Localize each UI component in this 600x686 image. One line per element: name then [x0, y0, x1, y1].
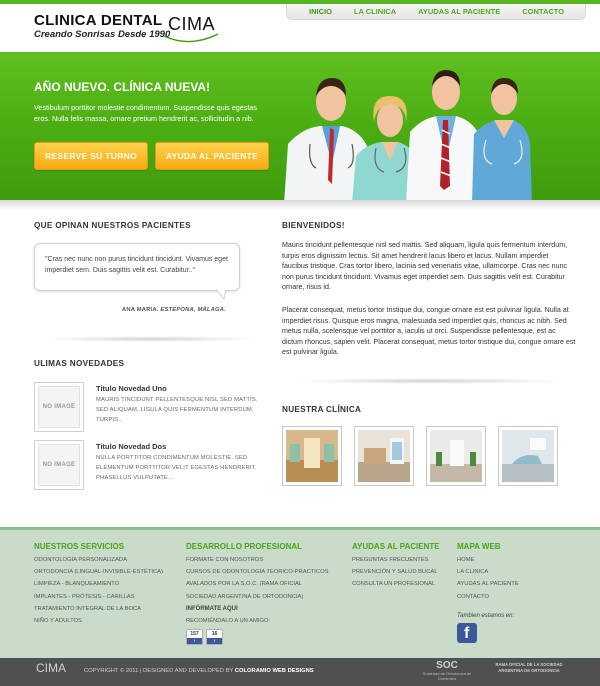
author-place: ESTEPONA, MÁLAGA. [160, 307, 226, 313]
soc-logo[interactable]: SOC Sociedad de Ortodoncia de Corrientes [418, 660, 476, 681]
logo-title: CLINICA DENTAL [34, 12, 163, 29]
footer-sitemap: MAPA WEB HOME LA CLINICA AYUDAS AL PACIE… [457, 542, 519, 643]
divider [290, 378, 570, 384]
nav-item-ayudas[interactable]: AYUDAS AL PACIENTE [407, 7, 511, 16]
footer-link[interactable]: NIÑO Y ADULTOS [34, 615, 163, 627]
footer-services: NUESTROS SERVICIOS ODONTOLOGÍA PERSONALI… [34, 542, 163, 627]
share-buttons: 157 f 16 f [186, 629, 328, 646]
bottom-logo[interactable]: CIMA [36, 661, 66, 675]
like-icon: f [207, 638, 222, 645]
reserve-turn-button[interactable]: RESERVE SU TURNO [34, 142, 148, 170]
footer-sitemap-title: MAPA WEB [457, 542, 501, 551]
footer-link[interactable]: LIMPIEZA - BLANQUEAMIENTO [34, 578, 163, 590]
footer-development-title: DESARROLLO PROFESIONAL [186, 542, 303, 551]
footer-link[interactable]: AVALADOS POR LA S.O.C. (RAMA OFICIAL [186, 578, 328, 590]
nav-item-contacto[interactable]: CONTACTO [511, 7, 575, 16]
designer-link[interactable]: COLORAMIO WEB DESIGNS [235, 668, 314, 674]
doctors-image [284, 70, 532, 200]
news-item-title[interactable]: Titulo Novedad Uno [96, 384, 167, 393]
copyright: COPYRIGHT © 2011 | DESIGNED AND DEVELOPE… [84, 668, 314, 674]
footer-link[interactable]: HOME [457, 554, 519, 566]
welcome-paragraph-1: Mauris tincidunt pellentesque nisl sed m… [282, 241, 568, 291]
footer-development: DESARROLLO PROFESIONAL FORMATE CON NOSOT… [186, 542, 328, 646]
hero-shadow [0, 200, 600, 210]
footer-link[interactable]: LA CLINICA [457, 566, 519, 578]
header: CLINICA DENTAL Creando Sonrisas Desde 19… [0, 4, 600, 52]
follow-label: Tambien estamos en: [457, 612, 515, 619]
soc-logo-text: SOC [436, 660, 458, 671]
footer-link[interactable]: IMPLANTES - PRÓTESIS - CARILLAS [34, 591, 163, 603]
news-item-text: MAURIS TINCIDUNT PELLENTESQUE NISL SED M… [96, 397, 258, 423]
footer-link[interactable]: SOCIEDAD ARGENTINA DE ORTODONCIA) [186, 591, 328, 603]
clinic-photo[interactable] [354, 426, 414, 486]
share-button[interactable]: 157 f [186, 629, 203, 646]
logo-swoosh-icon [163, 33, 219, 43]
footer-link[interactable]: PREGUNTAS FRECUENTES [352, 554, 440, 566]
news-item-text: NULLA PORTTITOR CONDIMENTUM MOLESTIE. SE… [96, 455, 257, 481]
clinic-corridor-image [286, 430, 338, 482]
like-count: 16 [211, 631, 218, 638]
copyright-text: COPYRIGHT © 2011 | DESIGNED AND DEVELOPE… [84, 668, 234, 674]
share-icon: f [187, 638, 202, 645]
welcome-title: BIENVENIDOS! [282, 221, 345, 230]
share-count: 157 [190, 631, 199, 638]
hero-title: AÑO NUEVO. CLÍNICA NUEVA! [34, 80, 211, 94]
news-item-title[interactable]: Titulo Novedad Dos [96, 442, 166, 451]
footer-link[interactable]: ORTODONCIA (LINGUAL-INVISIBLE-ESTÉTICA) [34, 566, 163, 578]
news-thumb[interactable]: NO IMAGE [34, 382, 84, 432]
divider [40, 336, 260, 342]
nav-item-la-clinica[interactable]: LA CLINICA [343, 7, 407, 16]
clinic-office-image [502, 430, 554, 482]
footer-link[interactable]: CONSULTA UN PROFESIONAL [352, 578, 440, 590]
testimonial-quote: "Cras nec nunc non purus tincidunt tinci… [34, 243, 240, 291]
testimonials-title: QUE OPINAN NUESTROS PACIENTES [34, 221, 191, 230]
no-image-label: NO IMAGE [42, 462, 76, 468]
news-thumb[interactable]: NO IMAGE [34, 440, 84, 490]
footer: NUESTROS SERVICIOS ODONTOLOGÍA PERSONALI… [0, 527, 600, 658]
logo[interactable]: CLINICA DENTAL Creando Sonrisas Desde 19… [34, 12, 224, 48]
footer-link[interactable]: CURSOS DE ODONTOLOGÍA TEORICO-PRACTICOS [186, 566, 328, 578]
quote-tail-icon [216, 289, 227, 301]
logo-subtitle: Creando Sonrisas Desde 1990 [34, 29, 171, 40]
clinic-title: NUESTRA CLÍNICA [282, 405, 362, 414]
rama-logo[interactable]: RAMA OFICIAL DE LA SOCIEDAD ARGENTINA DE… [492, 662, 566, 673]
footer-link[interactable]: FORMATE CON NOSOTROS [186, 554, 328, 566]
patient-help-button[interactable]: AYUDA AL PACIENTE [155, 142, 269, 170]
hero-text: Vestibulum porttitor molestie condimentu… [34, 103, 257, 123]
clinic-photo[interactable] [498, 426, 558, 486]
footer-help: AYUDAS AL PACIENTE PREGUNTAS FRECUENTES … [352, 542, 440, 591]
clinic-hallway-image [430, 430, 482, 482]
testimonial-author: ANA MARIA. ESTEPONA, MÁLAGA. [122, 307, 226, 313]
footer-services-title: NUESTROS SERVICIOS [34, 542, 125, 551]
footer-link[interactable]: TRATAMIENTO INTEGRAL DE LA BOCA [34, 603, 163, 615]
clinic-reception-image [358, 430, 410, 482]
clinic-photo[interactable] [426, 426, 486, 486]
no-image-label: NO IMAGE [42, 404, 76, 410]
footer-link[interactable]: CONTACTO [457, 591, 519, 603]
footer-link[interactable]: AYUDAS AL PACIENTE [457, 578, 519, 590]
clinic-photo[interactable] [282, 426, 342, 486]
news-title: ULIMAS NOVEDADES [34, 359, 125, 368]
soc-logo-subtext: Sociedad de Ortodoncia de Corrientes [422, 671, 472, 681]
welcome-paragraph-2: Placerat consequat, metus tortor tristiq… [282, 306, 576, 356]
hero-banner: AÑO NUEVO. CLÍNICA NUEVA! Vestibulum por… [0, 52, 600, 200]
like-button[interactable]: 16 f [206, 629, 223, 646]
main-nav: INICIO LA CLINICA AYUDAS AL PACIENTE CON… [286, 4, 586, 20]
recommend-label: RECOMIÉNDALO A UN AMIGO: [186, 617, 271, 624]
footer-link[interactable]: PREVENCIÓN Y SALUD BUCAL [352, 566, 440, 578]
nav-item-inicio[interactable]: INICIO [287, 7, 343, 16]
bottom-bar: CIMA COPYRIGHT © 2011 | DESIGNED AND DEV… [0, 658, 600, 686]
facebook-icon[interactable]: f [457, 622, 477, 643]
footer-help-title: AYUDAS AL PACIENTE [352, 542, 440, 551]
footer-link[interactable]: ODONTOLOGÍA PERSONALIZADA [34, 554, 163, 566]
info-link[interactable]: INFÓRMATE AQUI [186, 603, 328, 615]
logo-mark: CIMA [162, 14, 224, 48]
author-name: ANA MARIA. [122, 307, 159, 313]
